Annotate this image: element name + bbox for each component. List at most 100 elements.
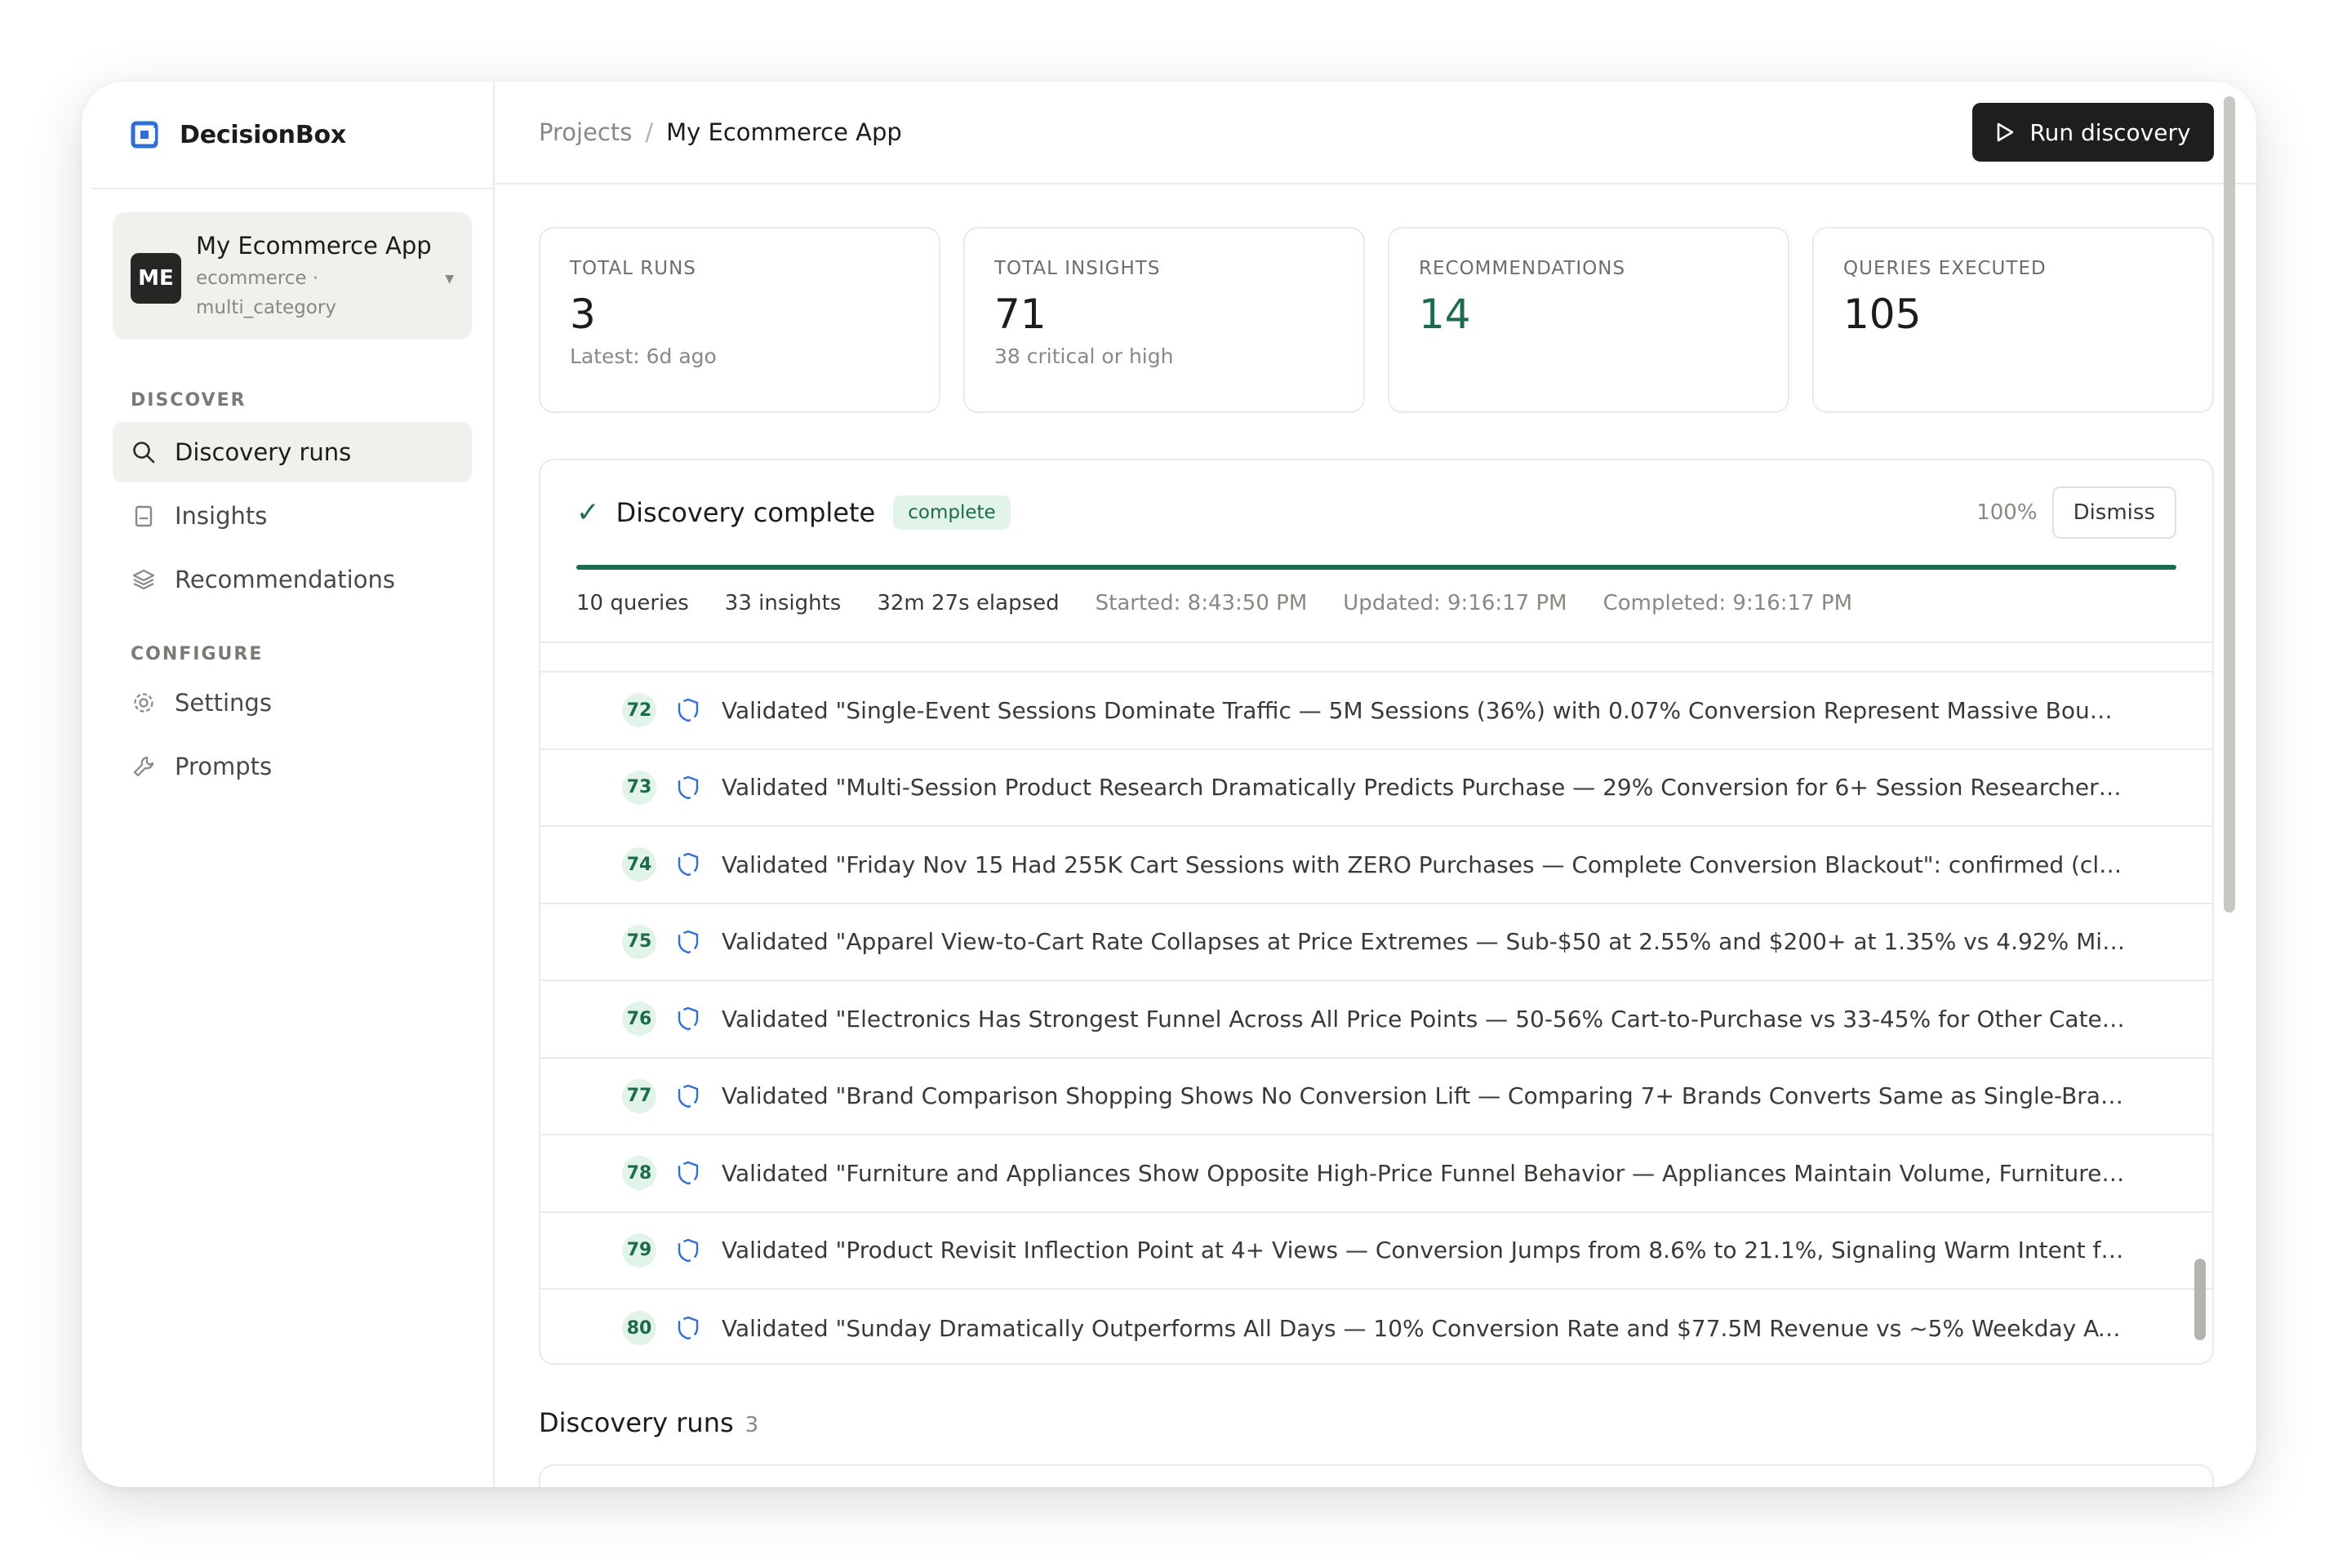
log-text: Validated "Single-Event Sessions Dominat… <box>722 696 2126 724</box>
log-scrollbar[interactable] <box>2194 1259 2206 1340</box>
meta-insights: 33 insights <box>724 591 842 615</box>
log-text: Validated "Apparel View-to-Cart Rate Col… <box>722 928 2126 956</box>
refresh-shield-icon <box>678 1084 699 1108</box>
stat-label: RECOMMENDATIONS <box>1419 258 1626 279</box>
stat-card-total-runs: TOTAL RUNS 3 Latest: 6d ago <box>539 227 940 413</box>
discovery-runs-list <box>539 1464 2214 1487</box>
discovery-log-list[interactable]: 72 Validated "Single-Event Sessions Domi… <box>540 645 2212 1363</box>
list-item: 75 Validated "Apparel View-to-Cart Rate … <box>540 904 2212 981</box>
step-number: 79 <box>622 1233 656 1268</box>
topbar: Projects / My Ecommerce App Run discover… <box>495 82 2256 184</box>
project-name: My Ecommerce App <box>196 232 432 260</box>
section-title: Discovery runs <box>539 1407 734 1438</box>
log-text: Validated "Multi-Session Product Researc… <box>722 774 2126 802</box>
sidebar-item-settings[interactable]: Settings <box>113 673 472 733</box>
stat-label: QUERIES EXECUTED <box>1843 258 2047 279</box>
refresh-shield-icon <box>678 1162 699 1185</box>
project-avatar: ME <box>131 253 181 304</box>
log-text: Validated "Furniture and Appliances Show… <box>722 1159 2126 1187</box>
sidebar-item-discovery-runs[interactable]: Discovery runs <box>113 422 472 482</box>
step-number: 74 <box>622 847 656 882</box>
sidebar-item-label: Insights <box>175 502 268 530</box>
search-icon <box>133 442 155 464</box>
discovery-status-title: Discovery complete <box>616 497 876 528</box>
log-text: Validated "Friday Nov 15 Had 255K Cart S… <box>722 851 2126 878</box>
step-number: 78 <box>622 1156 656 1191</box>
list-item: 80 Validated "Sunday Dramatically Outper… <box>540 1290 2212 1363</box>
run-discovery-label: Run discovery <box>2029 118 2191 146</box>
nav-section-discover: DISCOVER <box>131 390 247 411</box>
sidebar-item-insights[interactable]: Insights <box>113 486 472 546</box>
project-meta-line2: multi_category <box>196 297 336 318</box>
sidebar-item-label: Prompts <box>175 753 273 780</box>
step-number: 76 <box>622 1002 656 1037</box>
main-content: Projects / My Ecommerce App Run discover… <box>495 82 2256 1487</box>
list-item <box>540 645 2212 673</box>
refresh-shield-icon <box>678 853 699 877</box>
progress-bar <box>576 565 2176 570</box>
stat-value: 71 <box>994 291 1047 338</box>
section-count: 3 <box>745 1413 759 1437</box>
breadcrumb-projects-link[interactable]: Projects <box>539 118 632 146</box>
nav-section-configure: CONFIGURE <box>131 644 264 664</box>
refresh-shield-icon <box>678 699 699 722</box>
stat-card-recommendations: RECOMMENDATIONS 14 <box>1388 227 1789 413</box>
list-item: 78 Validated "Furniture and Appliances S… <box>540 1135 2212 1213</box>
sidebar-item-recommendations[interactable]: Recommendations <box>113 549 472 610</box>
breadcrumb-separator: / <box>645 118 654 146</box>
stat-value: 105 <box>1843 291 1922 338</box>
project-meta-line1: ecommerce · <box>196 268 319 289</box>
list-item: 76 Validated "Electronics Has Strongest … <box>540 981 2212 1059</box>
check-icon: ✓ <box>576 496 600 529</box>
log-text: Validated "Electronics Has Strongest Fun… <box>722 1005 2126 1033</box>
sidebar: DecisionBox ME My Ecommerce App ecommerc… <box>91 82 495 1487</box>
list-item: 77 Validated "Brand Comparison Shopping … <box>540 1059 2212 1135</box>
discovery-meta: 10 queries 33 insights 32m 27s elapsed S… <box>576 591 2176 615</box>
breadcrumb-current: My Ecommerce App <box>666 118 902 146</box>
stat-value: 3 <box>570 291 596 338</box>
stat-card-total-insights: TOTAL INSIGHTS 71 38 critical or high <box>963 227 1365 413</box>
stat-card-queries-executed: QUERIES EXECUTED 105 <box>1812 227 2214 413</box>
stat-sub: Latest: 6d ago <box>570 344 717 368</box>
page-scrollbar[interactable] <box>2224 96 2235 913</box>
step-number: 73 <box>622 770 656 805</box>
run-discovery-button[interactable]: Run discovery <box>1972 103 2214 162</box>
step-number: 77 <box>622 1078 656 1113</box>
stat-label: TOTAL INSIGHTS <box>994 258 1161 279</box>
stat-value: 14 <box>1419 291 1471 338</box>
document-icon <box>135 505 153 527</box>
log-text: Validated "Sunday Dramatically Outperfor… <box>722 1314 2126 1342</box>
layers-icon <box>132 569 155 590</box>
refresh-shield-icon <box>678 1007 699 1031</box>
chevron-down-icon: ▼ <box>445 273 454 286</box>
meta-elapsed: 32m 27s elapsed <box>877 591 1060 615</box>
project-switcher[interactable]: ME My Ecommerce App ecommerce · multi_ca… <box>113 212 472 340</box>
refresh-shield-icon <box>678 1317 699 1340</box>
meta-started: Started: 8:43:50 PM <box>1095 591 1308 615</box>
stats-row: TOTAL RUNS 3 Latest: 6d ago TOTAL INSIGH… <box>495 184 2256 413</box>
refresh-shield-icon <box>678 1238 699 1262</box>
sidebar-item-label: Recommendations <box>175 566 395 593</box>
decisionbox-logo-icon <box>131 121 158 149</box>
step-number: 75 <box>622 924 656 959</box>
sidebar-item-prompts[interactable]: Prompts <box>113 736 472 797</box>
gear-icon <box>134 693 153 713</box>
sidebar-item-label: Discovery runs <box>175 438 352 466</box>
sidebar-item-label: Settings <box>175 689 272 717</box>
status-badge: complete <box>893 495 1011 530</box>
list-item: 73 Validated "Multi-Session Product Rese… <box>540 750 2212 827</box>
discovery-runs-heading: Discovery runs 3 <box>539 1407 2256 1438</box>
log-text: Validated "Brand Comparison Shopping Sho… <box>722 1082 2126 1110</box>
step-number: 80 <box>622 1311 656 1346</box>
app-window: DecisionBox ME My Ecommerce App ecommerc… <box>82 82 2256 1487</box>
dismiss-button[interactable]: Dismiss <box>2051 486 2176 539</box>
list-item: 72 Validated "Single-Event Sessions Domi… <box>540 673 2212 750</box>
meta-queries: 10 queries <box>576 591 689 615</box>
stat-label: TOTAL RUNS <box>570 258 696 279</box>
breadcrumb: Projects / My Ecommerce App <box>539 118 902 146</box>
meta-completed: Completed: 9:16:17 PM <box>1602 591 1853 615</box>
discovery-status-panel: ✓ Discovery complete complete 100% Dismi… <box>539 459 2214 1365</box>
meta-updated: Updated: 9:16:17 PM <box>1343 591 1567 615</box>
stat-sub: 38 critical or high <box>994 344 1174 368</box>
wrench-icon <box>133 756 154 777</box>
